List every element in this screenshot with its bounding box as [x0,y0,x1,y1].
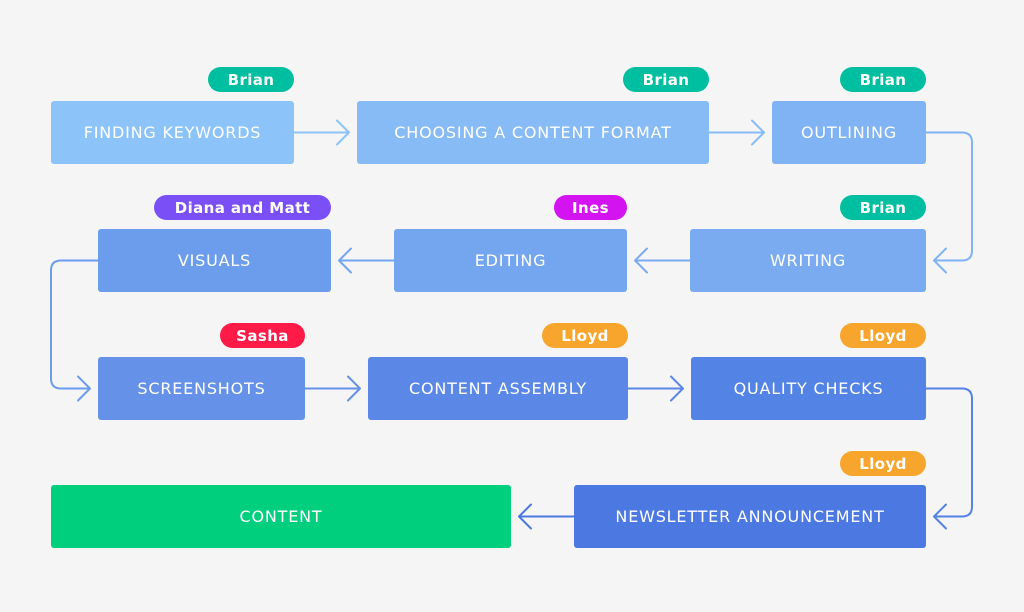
arrow-writing-to-editing [634,247,691,274]
owner-badge-finding-keywords: Brian [208,67,294,92]
step-editing: Editing [394,229,627,292]
step-outlining: Outlining [772,101,926,164]
owner-badge-writing: Brian [840,195,926,220]
step-quality-checks: Quality Checks [691,357,926,420]
step-finding-keywords: Finding Keywords [51,101,294,164]
owner-badge-newsletter-announcement: Lloyd [840,451,926,476]
arrow-quality-checks-to-newsletter-announcement [925,387,973,530]
arrow-visuals-to-screenshots [50,259,99,402]
arrow-content-assembly-to-quality-checks [627,375,684,402]
arrow-newsletter-announcement-to-content [518,503,575,530]
workflow-diagram: Brian Finding Keywords Brian Choosing a … [0,0,1024,612]
arrow-screenshots-to-content-assembly [304,375,361,402]
step-writing: Writing [690,229,926,292]
step-choosing-a-content-format: Choosing a Content Format [357,101,709,164]
step-content-assembly: Content Assembly [368,357,628,420]
owner-badge-editing: Ines [554,195,627,220]
owner-badge-visuals: Diana and Matt [154,195,331,220]
arrow-choosing-a-content-format-to-outlining [708,119,765,146]
owner-badge-content-assembly: Lloyd [542,323,628,348]
arrow-finding-keywords-to-choosing-a-content-format [293,119,350,146]
step-visuals: Visuals [98,229,331,292]
step-newsletter-announcement: Newsletter Announcement [574,485,926,548]
owner-badge-screenshots: Sasha [220,323,305,348]
arrow-editing-to-visuals [338,247,395,274]
owner-badge-quality-checks: Lloyd [840,323,926,348]
arrow-outlining-to-writing [925,131,973,274]
step-screenshots: Screenshots [98,357,305,420]
step-content-final: Content [51,485,511,548]
owner-badge-choosing-a-content-format: Brian [623,67,709,92]
owner-badge-outlining: Brian [840,67,926,92]
